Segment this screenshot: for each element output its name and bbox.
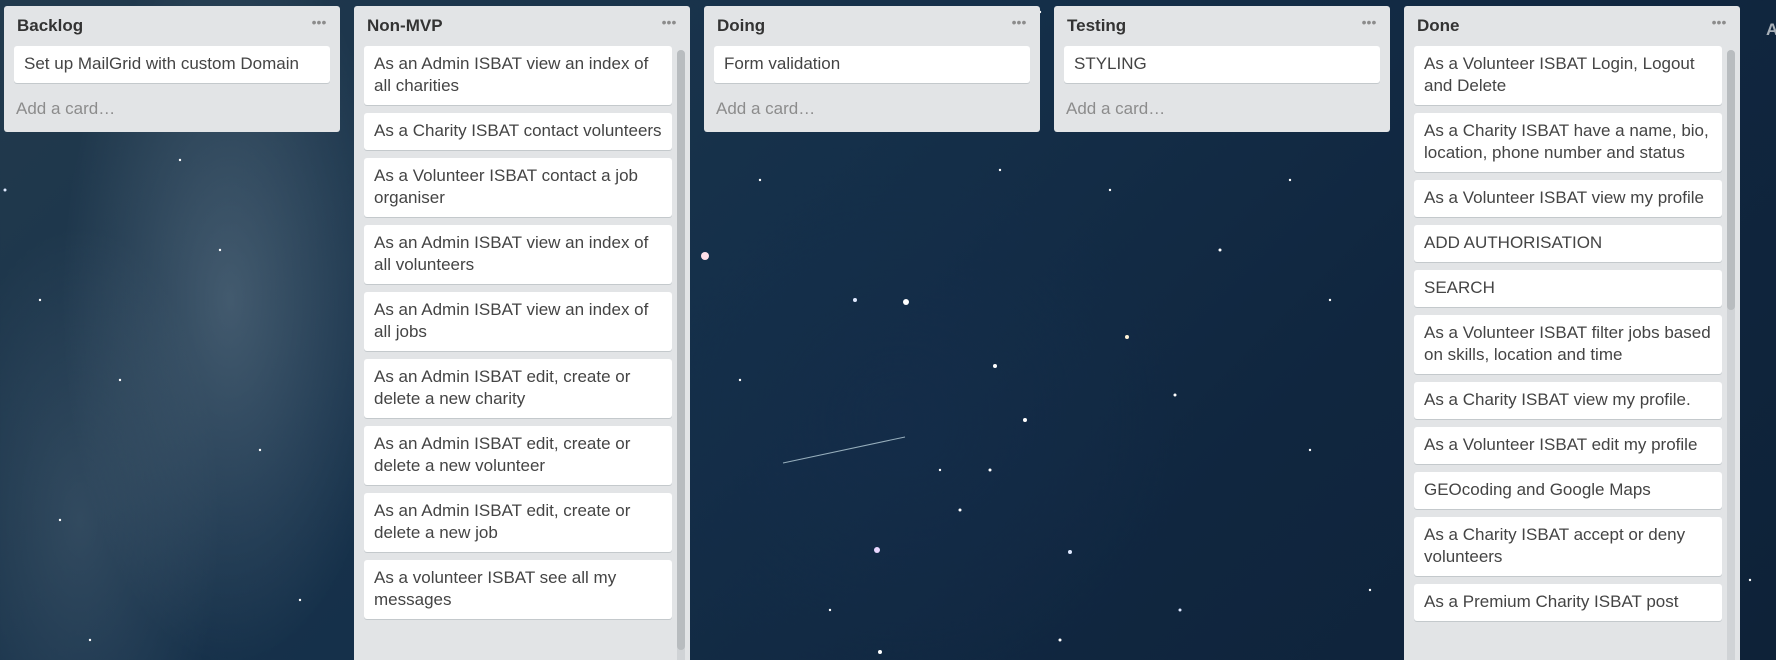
scrollbar-thumb[interactable]: [677, 50, 685, 650]
list-doing: Doing ••• Form validation Add a card…: [704, 6, 1040, 132]
card[interactable]: GEOcoding and Google Maps: [1414, 472, 1722, 509]
scrollbar-thumb[interactable]: [1727, 50, 1735, 310]
add-card-button[interactable]: Add a card…: [1054, 91, 1390, 132]
card[interactable]: As a Charity ISBAT accept or deny volunt…: [1414, 517, 1722, 576]
next-list-title-partial[interactable]: A: [1766, 20, 1776, 40]
list-title[interactable]: Testing: [1067, 16, 1126, 36]
card-list: STYLING: [1054, 46, 1390, 83]
card[interactable]: As an Admin ISBAT view an index of all j…: [364, 292, 672, 351]
scrollbar[interactable]: [677, 50, 685, 660]
board: Backlog ••• Set up MailGrid with custom …: [0, 0, 1776, 660]
list-testing: Testing ••• STYLING Add a card…: [1054, 6, 1390, 132]
card[interactable]: As an Admin ISBAT edit, create or delete…: [364, 426, 672, 485]
list-header: Done •••: [1404, 6, 1740, 46]
ellipsis-icon[interactable]: •••: [1010, 15, 1028, 31]
card[interactable]: As an Admin ISBAT edit, create or delete…: [364, 359, 672, 418]
add-card-button[interactable]: Add a card…: [704, 91, 1040, 132]
card[interactable]: As a Volunteer ISBAT edit my profile: [1414, 427, 1722, 464]
card[interactable]: As a Volunteer ISBAT filter jobs based o…: [1414, 315, 1722, 374]
scrollbar[interactable]: [1727, 50, 1735, 660]
list-header: Non-MVP •••: [354, 6, 690, 46]
card[interactable]: STYLING: [1064, 46, 1380, 83]
card[interactable]: As an Admin ISBAT edit, create or delete…: [364, 493, 672, 552]
card[interactable]: Form validation: [714, 46, 1030, 83]
list-non-mvp: Non-MVP ••• As an Admin ISBAT view an in…: [354, 6, 690, 660]
ellipsis-icon[interactable]: •••: [1360, 15, 1378, 31]
list-header: Testing •••: [1054, 6, 1390, 46]
list-header: Backlog •••: [4, 6, 340, 46]
card-list: As a Volunteer ISBAT Login, Logout and D…: [1404, 46, 1740, 621]
ellipsis-icon[interactable]: •••: [310, 15, 328, 31]
list-backlog: Backlog ••• Set up MailGrid with custom …: [4, 6, 340, 132]
card[interactable]: As a Charity ISBAT view my profile.: [1414, 382, 1722, 419]
card[interactable]: As an Admin ISBAT view an index of all v…: [364, 225, 672, 284]
card[interactable]: As a Volunteer ISBAT contact a job organ…: [364, 158, 672, 217]
card[interactable]: As a Charity ISBAT contact volunteers: [364, 113, 672, 150]
card[interactable]: As a volunteer ISBAT see all my messages: [364, 560, 672, 619]
card[interactable]: Set up MailGrid with custom Domain: [14, 46, 330, 83]
card[interactable]: As a Charity ISBAT have a name, bio, loc…: [1414, 113, 1722, 172]
ellipsis-icon[interactable]: •••: [1710, 15, 1728, 31]
card[interactable]: As a Premium Charity ISBAT post: [1414, 584, 1722, 621]
card[interactable]: ADD AUTHORISATION: [1414, 225, 1722, 262]
list-title[interactable]: Done: [1417, 16, 1460, 36]
card[interactable]: SEARCH: [1414, 270, 1722, 307]
add-card-button[interactable]: Add a card…: [4, 91, 340, 132]
card-list: Form validation: [704, 46, 1040, 83]
card[interactable]: As an Admin ISBAT view an index of all c…: [364, 46, 672, 105]
list-title[interactable]: Backlog: [17, 16, 83, 36]
card[interactable]: As a Volunteer ISBAT Login, Logout and D…: [1414, 46, 1722, 105]
card-list: As an Admin ISBAT view an index of all c…: [354, 46, 690, 619]
list-done: Done ••• As a Volunteer ISBAT Login, Log…: [1404, 6, 1740, 660]
list-title[interactable]: Non-MVP: [367, 16, 443, 36]
card[interactable]: As a Volunteer ISBAT view my profile: [1414, 180, 1722, 217]
list-title[interactable]: Doing: [717, 16, 765, 36]
ellipsis-icon[interactable]: •••: [660, 15, 678, 31]
card-list: Set up MailGrid with custom Domain: [4, 46, 340, 83]
list-header: Doing •••: [704, 6, 1040, 46]
